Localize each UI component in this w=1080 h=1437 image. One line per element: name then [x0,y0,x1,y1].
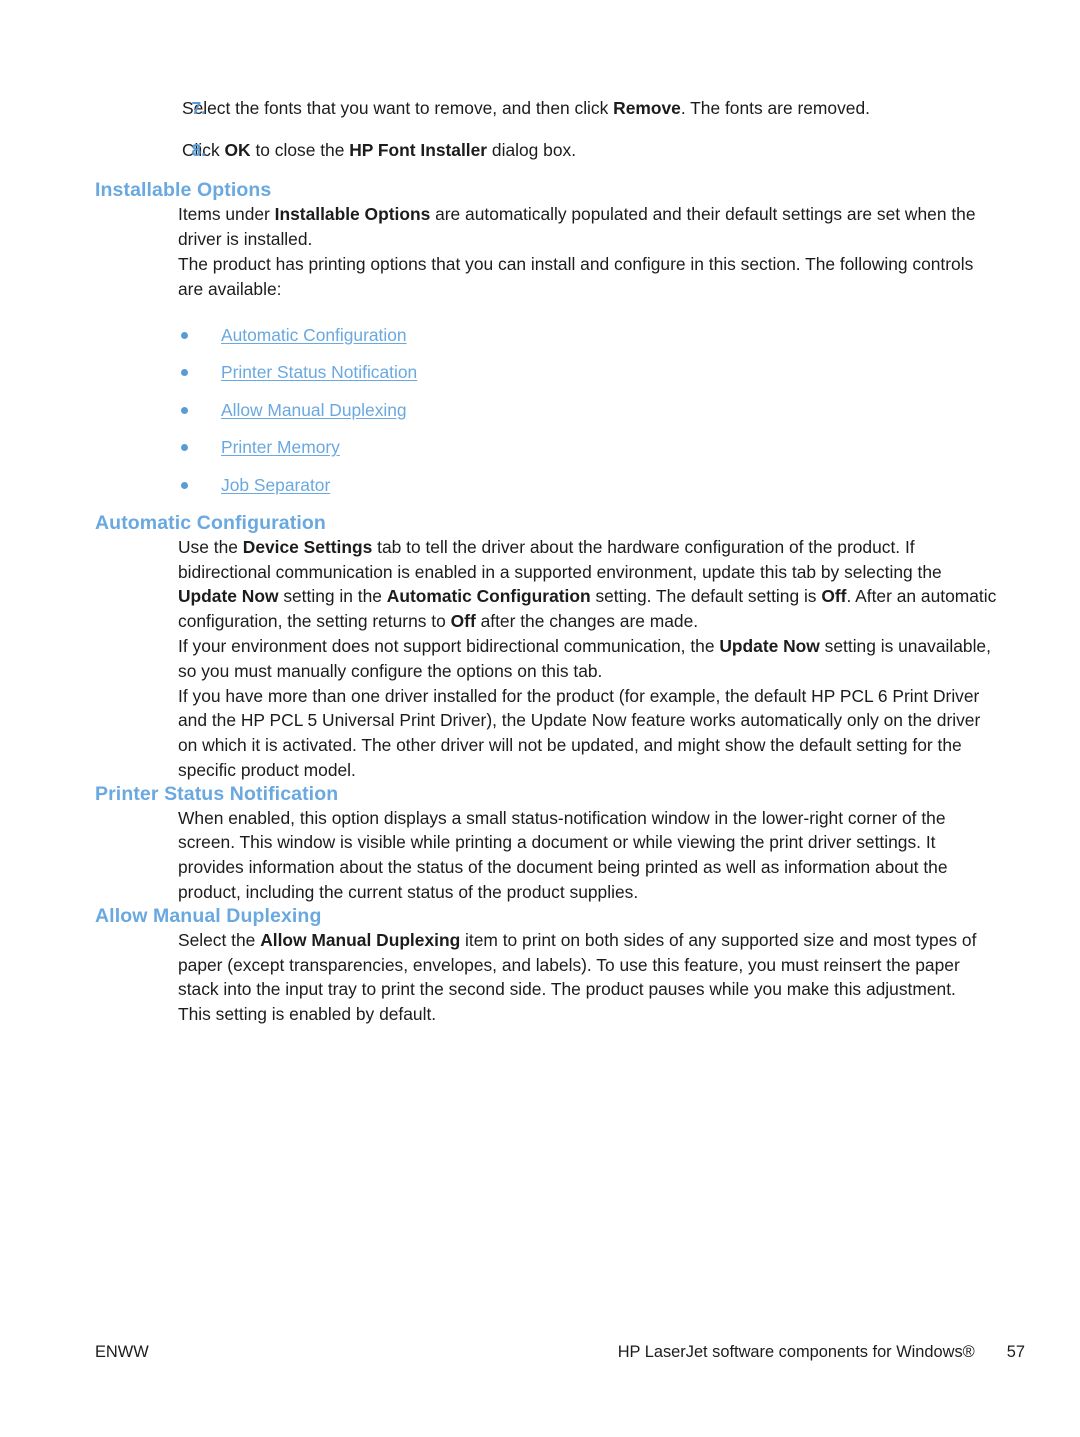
section-heading-printer-status-notification: Printer Status Notification [95,782,339,805]
step-number: 7. [191,98,206,118]
list-item: Printer Status Notification [178,361,1000,384]
paragraph: If you have more than one driver install… [178,685,981,780]
link-printer-status-notification[interactable]: Printer Status Notification [221,362,417,382]
link-job-separator[interactable]: Job Separator [221,475,330,495]
footer-document-title: HP LaserJet software components for Wind… [617,1343,975,1361]
page-content: 7. Select the fonts that you want to rem… [95,96,1000,1027]
list-item: Allow Manual Duplexing [178,399,1000,422]
section-heading-automatic-configuration: Automatic Configuration [95,511,326,534]
step-text: Click OK to close the HP Font Installer … [182,139,577,160]
installable-options-link-list: Automatic Configuration Printer Status N… [95,324,1000,497]
link-printer-memory[interactable]: Printer Memory [221,437,340,457]
paragraph: If your environment does not support bid… [178,635,991,681]
document-page: 7. Select the fonts that you want to rem… [0,0,1080,1437]
bullet-icon [181,444,188,452]
list-item: 7. Select the fonts that you want to rem… [95,96,1000,121]
paragraph: Items under Installable Options are auto… [178,204,976,250]
bullet-icon [181,331,188,339]
paragraph: Use the Device Settings tab to tell the … [178,536,997,632]
section-heading-installable-options: Installable Options [95,179,272,202]
bullet-icon [181,482,188,490]
link-automatic-configuration[interactable]: Automatic Configuration [221,325,407,345]
bullet-icon [181,369,188,377]
section-heading-allow-manual-duplexing: Allow Manual Duplexing [95,904,322,927]
paragraph: This setting is enabled by default. [178,1004,437,1025]
bullet-icon [181,406,188,414]
link-allow-manual-duplexing[interactable]: Allow Manual Duplexing [221,400,407,420]
list-item: Job Separator [178,474,1000,497]
list-item: Printer Memory [178,436,1000,459]
paragraph: Select the Allow Manual Duplexing item t… [178,929,977,1000]
step-text: Select the fonts that you want to remove… [182,98,870,118]
step-number: 8. [191,139,206,160]
list-item: 8. Click OK to close the HP Font Install… [95,138,1000,163]
list-item: Automatic Configuration [178,324,1000,347]
paragraph: When enabled, this option displays a sma… [178,807,948,903]
numbered-step-list: 7. Select the fonts that you want to rem… [95,96,1000,162]
footer-locale-code: ENWW [95,1343,149,1361]
footer-right-group: HP LaserJet software components for Wind… [618,1343,1025,1362]
footer-page-number: 57 [1006,1343,1025,1361]
paragraph: The product has printing options that yo… [178,254,974,299]
